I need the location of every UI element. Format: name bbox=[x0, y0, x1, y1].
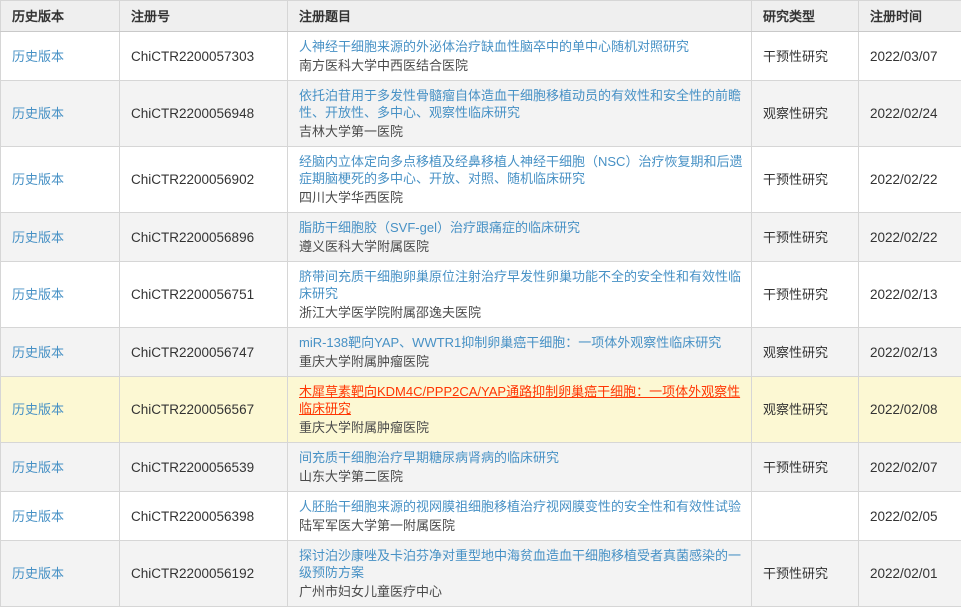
table-row-highlighted: 历史版本 ChiCTR2200056567 木犀草素靶向KDM4C/PPP2CA… bbox=[1, 377, 961, 443]
table-row: 历史版本 ChiCTR2200056192 探讨泊沙康唑及卡泊芬净对重型地中海贫… bbox=[1, 541, 961, 607]
table-row: 历史版本 ChiCTR2200057303 人神经干细胞来源的外泌体治疗缺血性脑… bbox=[1, 32, 961, 81]
institution-name: 遵义医科大学附属医院 bbox=[299, 238, 743, 255]
registration-date: 2022/02/05 bbox=[870, 509, 938, 524]
institution-name: 吉林大学第一医院 bbox=[299, 123, 743, 140]
registration-number: ChiCTR2200056567 bbox=[131, 402, 254, 417]
table-row: 历史版本 ChiCTR2200056751 脐带间充质干细胞卵巢原位注射治疗早发… bbox=[1, 262, 961, 328]
registration-number: ChiCTR2200056751 bbox=[131, 287, 254, 302]
registration-number: ChiCTR2200056192 bbox=[131, 566, 254, 581]
registration-number: ChiCTR2200056902 bbox=[131, 172, 254, 187]
history-version-link[interactable]: 历史版本 bbox=[12, 172, 64, 187]
study-type: 观察性研究 bbox=[763, 106, 828, 121]
registration-date: 2022/03/07 bbox=[870, 49, 938, 64]
history-version-link[interactable]: 历史版本 bbox=[12, 230, 64, 245]
study-type: 干预性研究 bbox=[763, 230, 828, 245]
registration-date: 2022/02/22 bbox=[870, 172, 938, 187]
column-header-history-version: 历史版本 bbox=[1, 1, 120, 32]
column-header-study-type: 研究类型 bbox=[752, 1, 859, 32]
column-header-registration-title: 注册题目 bbox=[288, 1, 752, 32]
trial-title-link[interactable]: 脐带间充质干细胞卵巢原位注射治疗早发性卵巢功能不全的安全性和有效性临床研究 bbox=[299, 269, 741, 301]
registration-number: ChiCTR2200056747 bbox=[131, 345, 254, 360]
registration-date: 2022/02/13 bbox=[870, 345, 938, 360]
institution-name: 重庆大学附属肿瘤医院 bbox=[299, 419, 743, 436]
registration-date: 2022/02/07 bbox=[870, 460, 938, 475]
history-version-link[interactable]: 历史版本 bbox=[12, 287, 64, 302]
institution-name: 广州市妇女儿童医疗中心 bbox=[299, 583, 743, 600]
study-type: 干预性研究 bbox=[763, 287, 828, 302]
column-header-registration-number: 注册号 bbox=[120, 1, 288, 32]
history-version-link[interactable]: 历史版本 bbox=[12, 509, 64, 524]
trial-title-link[interactable]: 间充质干细胞治疗早期糖尿病肾病的临床研究 bbox=[299, 450, 559, 465]
registration-number: ChiCTR2200056539 bbox=[131, 460, 254, 475]
trial-title-link[interactable]: 人神经干细胞来源的外泌体治疗缺血性脑卒中的单中心随机对照研究 bbox=[299, 39, 689, 54]
history-version-link[interactable]: 历史版本 bbox=[12, 402, 64, 417]
registration-number: ChiCTR2200057303 bbox=[131, 49, 254, 64]
table-header-row: 历史版本 注册号 注册题目 研究类型 注册时间 bbox=[1, 1, 961, 32]
trial-title-link[interactable]: 探讨泊沙康唑及卡泊芬净对重型地中海贫血造血干细胞移植受者真菌感染的一级预防方案 bbox=[299, 548, 741, 580]
table-row: 历史版本 ChiCTR2200056902 经脑内立体定向多点移植及经鼻移植人神… bbox=[1, 147, 961, 213]
registration-date: 2022/02/13 bbox=[870, 287, 938, 302]
column-header-registration-date: 注册时间 bbox=[859, 1, 961, 32]
institution-name: 浙江大学医学院附属邵逸夫医院 bbox=[299, 304, 743, 321]
trial-list-table: 历史版本 注册号 注册题目 研究类型 注册时间 历史版本 ChiCTR22000… bbox=[0, 0, 961, 607]
registration-date: 2022/02/01 bbox=[870, 566, 938, 581]
table-row: 历史版本 ChiCTR2200056948 依托泊苷用于多发性骨髓瘤自体造血干细… bbox=[1, 81, 961, 147]
table-row: 历史版本 ChiCTR2200056747 miR-138靶向YAP、WWTR1… bbox=[1, 328, 961, 377]
registration-date: 2022/02/22 bbox=[870, 230, 938, 245]
table-row: 历史版本 ChiCTR2200056896 脂肪干细胞胶（SVF-gel）治疗跟… bbox=[1, 213, 961, 262]
history-version-link[interactable]: 历史版本 bbox=[12, 345, 64, 360]
history-version-link[interactable]: 历史版本 bbox=[12, 460, 64, 475]
study-type: 观察性研究 bbox=[763, 345, 828, 360]
institution-name: 山东大学第二医院 bbox=[299, 468, 743, 485]
history-version-link[interactable]: 历史版本 bbox=[12, 106, 64, 121]
trial-title-link[interactable]: 人胚胎干细胞来源的视网膜祖细胞移植治疗视网膜变性的安全性和有效性试验 bbox=[299, 499, 741, 514]
study-type: 干预性研究 bbox=[763, 172, 828, 187]
institution-name: 四川大学华西医院 bbox=[299, 189, 743, 206]
study-type: 干预性研究 bbox=[763, 460, 828, 475]
trial-title-link[interactable]: 依托泊苷用于多发性骨髓瘤自体造血干细胞移植动员的有效性和安全性的前瞻性、开放性、… bbox=[299, 88, 741, 120]
institution-name: 南方医科大学中西医结合医院 bbox=[299, 57, 743, 74]
registration-number: ChiCTR2200056948 bbox=[131, 106, 254, 121]
history-version-link[interactable]: 历史版本 bbox=[12, 49, 64, 64]
history-version-link[interactable]: 历史版本 bbox=[12, 566, 64, 581]
registration-number: ChiCTR2200056896 bbox=[131, 230, 254, 245]
registration-date: 2022/02/24 bbox=[870, 106, 938, 121]
registration-date: 2022/02/08 bbox=[870, 402, 938, 417]
trial-title-link[interactable]: 脂肪干细胞胶（SVF-gel）治疗跟痛症的临床研究 bbox=[299, 220, 580, 235]
table-row: 历史版本 ChiCTR2200056539 间充质干细胞治疗早期糖尿病肾病的临床… bbox=[1, 443, 961, 492]
study-type: 干预性研究 bbox=[763, 49, 828, 64]
trial-title-link[interactable]: 木犀草素靶向KDM4C/PPP2CA/YAP通路抑制卵巢癌干细胞：一项体外观察性… bbox=[299, 384, 740, 416]
study-type: 干预性研究 bbox=[763, 566, 828, 581]
institution-name: 陆军军医大学第一附属医院 bbox=[299, 517, 743, 534]
study-type: 观察性研究 bbox=[763, 402, 828, 417]
registration-number: ChiCTR2200056398 bbox=[131, 509, 254, 524]
trial-title-link[interactable]: miR-138靶向YAP、WWTR1抑制卵巢癌干细胞：一项体外观察性临床研究 bbox=[299, 335, 721, 350]
institution-name: 重庆大学附属肿瘤医院 bbox=[299, 353, 743, 370]
trial-title-link[interactable]: 经脑内立体定向多点移植及经鼻移植人神经干细胞（NSC）治疗恢复期和后遗症期脑梗死… bbox=[299, 154, 742, 186]
table-row: 历史版本 ChiCTR2200056398 人胚胎干细胞来源的视网膜祖细胞移植治… bbox=[1, 492, 961, 541]
